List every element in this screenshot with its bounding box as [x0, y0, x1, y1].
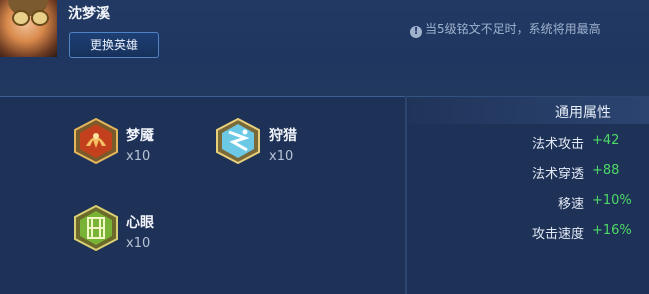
attribute-value: +88: [592, 163, 620, 178]
attribute-label: 法术穿透: [531, 167, 584, 182]
attributes-title: 通用属性: [555, 105, 611, 121]
attribute-label: 攻击速度: [531, 227, 584, 242]
panel-divider: [405, 96, 407, 294]
inscription-count: x10: [126, 149, 151, 164]
info-icon: !: [410, 26, 422, 38]
attribute-value: +16%: [592, 223, 632, 238]
inscription-name: 狩猎: [269, 128, 297, 144]
attributes-header: [406, 96, 649, 124]
notice-text: ! 当5级铭文不足时，系统将用最高: [410, 20, 601, 38]
nightmare-emblem-icon[interactable]: [73, 118, 119, 164]
hunt-emblem-icon[interactable]: [215, 118, 261, 164]
attribute-value: +42: [592, 133, 620, 148]
attribute-value: +10%: [592, 193, 632, 208]
inscription-count: x10: [269, 149, 294, 164]
notice-message: 当5级铭文不足时，系统将用最高: [425, 22, 601, 36]
inscription-name: 梦魇: [126, 128, 154, 144]
mind-eye-emblem-icon[interactable]: [73, 205, 119, 251]
hero-name: 沈梦溪: [68, 6, 110, 22]
attribute-label: 法术攻击: [531, 137, 584, 152]
inscription-count: x10: [126, 236, 151, 251]
hero-avatar[interactable]: [0, 0, 57, 57]
attribute-label: 移速: [557, 197, 584, 212]
inscription-name: 心眼: [126, 215, 154, 231]
top-bar: 沈梦溪 更换英雄 ! 当5级铭文不足时，系统将用最高: [0, 0, 649, 97]
change-hero-button[interactable]: 更换英雄: [69, 32, 159, 58]
